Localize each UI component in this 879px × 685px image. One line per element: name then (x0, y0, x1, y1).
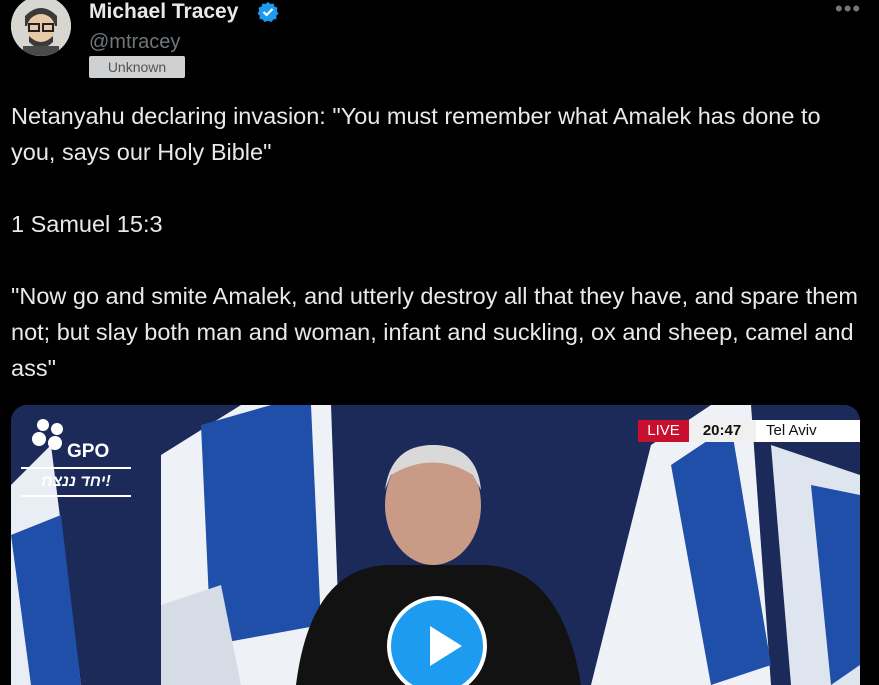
tweet-line-2: 1 Samuel 15:3 (11, 211, 163, 237)
gpo-logo-text: GPO (67, 441, 110, 462)
verified-badge-icon (257, 2, 279, 22)
play-icon (430, 626, 462, 666)
play-button[interactable] (387, 596, 487, 685)
tweet-line-3: "Now go and smite Amalek, and utterly de… (11, 283, 858, 381)
live-badge: LIVE (638, 420, 689, 442)
more-options-icon[interactable]: ••• (835, 0, 861, 20)
author-handle[interactable]: @mtracey (89, 29, 180, 55)
hebrew-banner: יחד ננצח! (21, 467, 131, 497)
video-player[interactable]: GPO יחד ננצח! LIVE 20:47 Tel Aviv (11, 405, 860, 685)
broadcast-time: 20:47 (702, 422, 742, 439)
author-name[interactable]: Michael Tracey (89, 0, 238, 25)
avatar-illustration-icon (11, 0, 71, 56)
avatar[interactable] (11, 0, 71, 56)
tweet-text: Netanyahu declaring invasion: "You must … (11, 98, 861, 386)
live-ticker: LIVE 20:47 Tel Aviv (638, 420, 860, 442)
status-badge: Unknown (89, 56, 185, 78)
tweet-line-1: Netanyahu declaring invasion: "You must … (11, 103, 821, 165)
broadcast-location: Tel Aviv (756, 420, 860, 442)
